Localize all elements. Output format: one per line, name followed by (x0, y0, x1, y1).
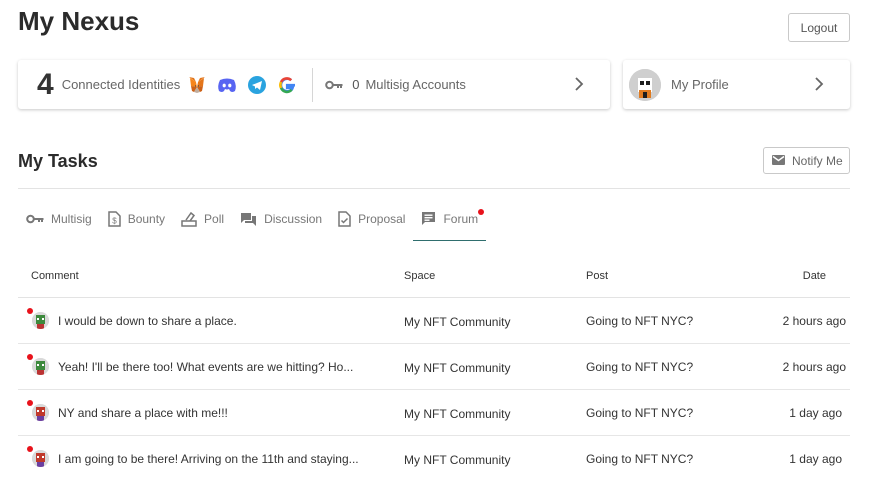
post-title: Going to NFT NYC? (586, 406, 694, 420)
post-title: Going to NFT NYC? (586, 360, 694, 374)
comment-date: 1 day ago (789, 452, 842, 466)
dollar-doc-icon: $ (107, 211, 121, 227)
identity-icons (186, 74, 298, 96)
comment-text: I am going to be there! Arriving on the … (58, 452, 359, 466)
profile-label: My Profile (671, 77, 729, 92)
multisig-count: 0 (352, 77, 360, 92)
avatar (32, 312, 49, 329)
profile-card[interactable]: My Profile (623, 60, 850, 109)
unread-dot (27, 308, 33, 314)
identities-count: 4 (37, 67, 54, 101)
comment-text: Yeah! I'll be there too! What events are… (58, 360, 354, 374)
tab-proposal[interactable]: Proposal (330, 203, 413, 235)
unread-dot (27, 400, 33, 406)
comment-text: NY and share a place with me!!! (58, 406, 228, 420)
mail-icon (772, 154, 785, 168)
comment-date: 2 hours ago (782, 314, 846, 328)
tasks-title: My Tasks (18, 151, 98, 171)
avatar (32, 358, 49, 375)
forum-icon (421, 211, 436, 226)
chat-icon (240, 212, 257, 227)
comment-text: I would be down to share a place. (58, 314, 237, 328)
post-title: Going to NFT NYC? (586, 452, 694, 466)
google-icon (276, 74, 298, 96)
column-comment: Comment (31, 270, 79, 282)
space-name: My NFT Community (404, 361, 511, 375)
column-date: Date (802, 270, 826, 282)
tab-discussion[interactable]: Discussion (232, 203, 330, 235)
proposal-doc-icon (338, 211, 351, 227)
poll-icon (181, 211, 197, 227)
multisig-label: Multisig Accounts (365, 77, 466, 92)
table-header: Comment Space Post Date (18, 252, 850, 298)
space-name: My NFT Community (404, 453, 511, 467)
tab-label: Discussion (264, 212, 323, 226)
key-icon (325, 80, 343, 90)
key-icon (26, 214, 44, 224)
tab-forum[interactable]: Forum (413, 203, 487, 241)
unread-dot (27, 354, 33, 360)
chevron-right-icon[interactable] (814, 76, 824, 97)
avatar (629, 68, 661, 101)
discord-icon (216, 74, 238, 96)
svg-text:$: $ (112, 217, 117, 226)
avatar (32, 450, 49, 467)
table-row[interactable]: I would be down to share a place. My NFT… (18, 298, 850, 344)
column-space: Space (404, 270, 436, 282)
metamask-icon (186, 74, 208, 96)
tab-multisig[interactable]: Multisig (18, 203, 100, 235)
tab-label: Multisig (51, 212, 92, 226)
card-divider (312, 67, 314, 102)
table-row[interactable]: NY and share a place with me!!! My NFT C… (18, 390, 850, 436)
avatar (32, 404, 49, 421)
notify-me-label: Notify Me (792, 153, 843, 168)
tab-label: Poll (204, 212, 225, 226)
identities-label: Connected Identities (61, 77, 181, 92)
comment-date: 2 hours ago (782, 360, 846, 374)
comment-date: 1 day ago (789, 406, 842, 420)
space-name: My NFT Community (404, 407, 511, 421)
column-post: Post (586, 270, 609, 282)
divider (18, 188, 850, 189)
tab-poll[interactable]: Poll (173, 203, 232, 235)
tab-label: Bounty (127, 212, 166, 226)
notification-dot (478, 209, 485, 215)
tab-label: Proposal (358, 212, 406, 226)
logout-button[interactable]: Logout (788, 13, 850, 42)
table-row[interactable]: I am going to be there! Arriving on the … (18, 436, 850, 477)
unread-dot (27, 446, 33, 452)
page-title: My Nexus (18, 6, 140, 36)
task-tabs: Multisig $ Bounty Poll Discussion Propos… (18, 203, 487, 241)
chevron-right-icon[interactable] (574, 76, 584, 97)
post-title: Going to NFT NYC? (586, 314, 694, 328)
space-name: My NFT Community (404, 315, 511, 329)
identities-card[interactable]: 4 Connected Identities 0 Multisig Accoun… (18, 60, 610, 109)
table-row[interactable]: Yeah! I'll be there too! What events are… (18, 344, 850, 390)
tab-label: Forum (443, 211, 479, 226)
tab-bounty[interactable]: $ Bounty (100, 203, 173, 235)
telegram-icon (246, 74, 268, 96)
notify-me-button[interactable]: Notify Me (763, 147, 850, 174)
